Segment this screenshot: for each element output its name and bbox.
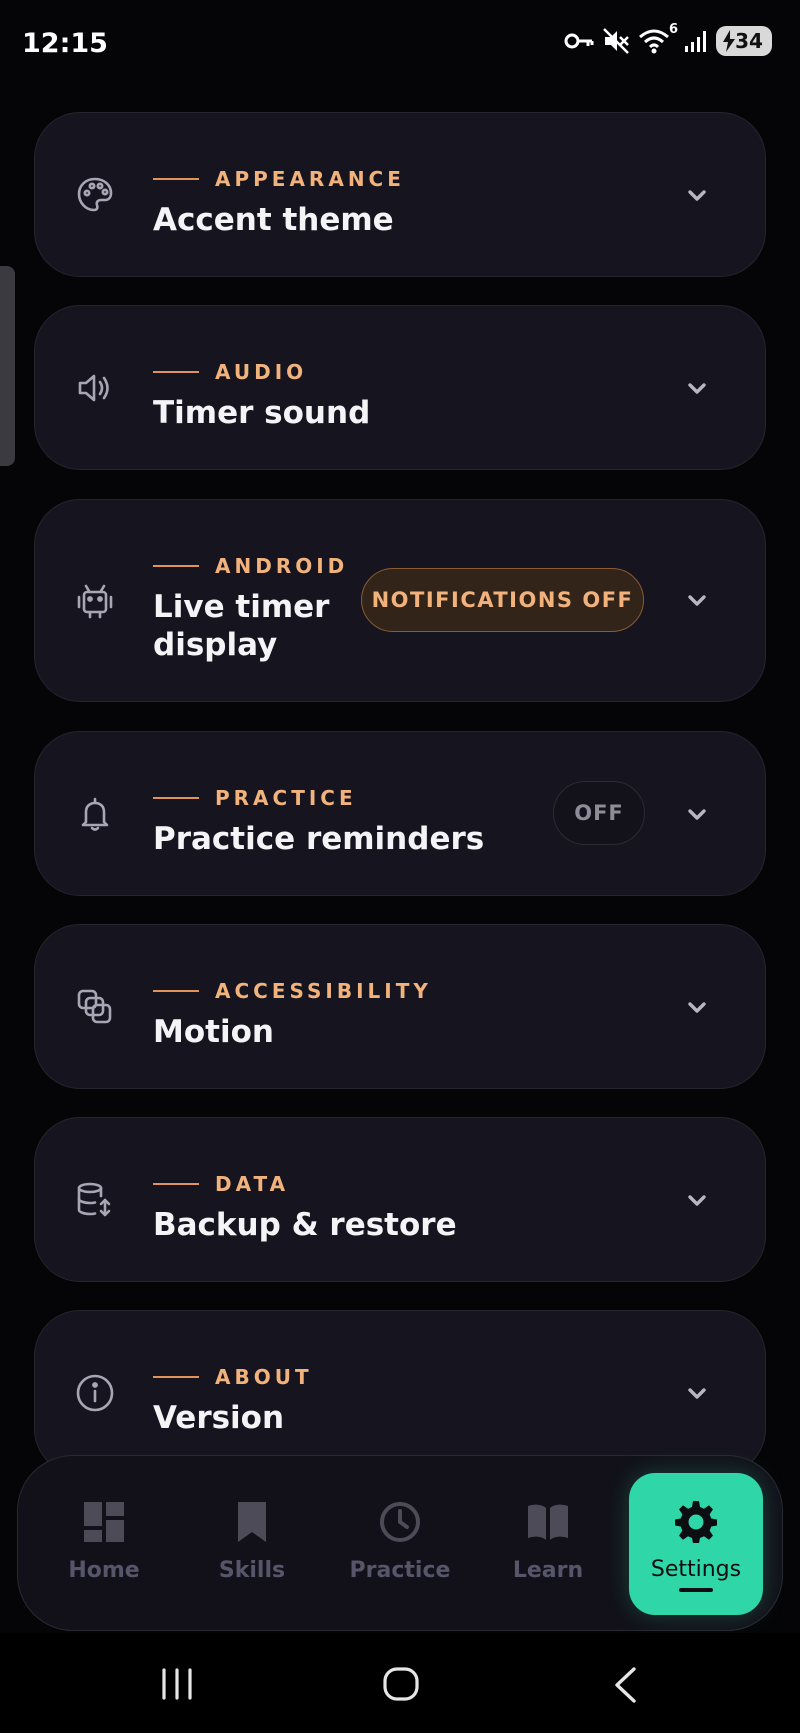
book-icon [526, 1500, 570, 1544]
chevron-down-icon[interactable] [683, 374, 711, 402]
layers-icon [75, 987, 115, 1027]
palette-icon [75, 175, 115, 215]
recent-apps-button[interactable] [160, 1667, 194, 1701]
setting-card-audio[interactable]: AUDIO Timer sound [34, 305, 766, 470]
setting-title: Practice reminders [153, 821, 485, 857]
setting-card-android[interactable]: ANDROID Live timer display NOTIFICATIONS… [34, 499, 766, 702]
status-bar: 12:15 6 34 [0, 0, 800, 92]
category-label: ACCESSIBILITY [153, 979, 432, 1003]
setting-card-practice[interactable]: PRACTICE Practice reminders OFF [34, 731, 766, 896]
battery-indicator: 34 [716, 26, 772, 56]
nav-label: Skills [218, 1558, 286, 1583]
setting-card-data[interactable]: DATA Backup & restore [34, 1117, 766, 1282]
info-icon [75, 1373, 115, 1413]
notifications-off-badge[interactable]: NOTIFICATIONS OFF [361, 568, 644, 632]
database-icon [75, 1180, 115, 1220]
category-label: ABOUT [153, 1365, 313, 1389]
dashboard-icon [82, 1500, 126, 1544]
chevron-down-icon[interactable] [683, 1186, 711, 1214]
category-label: PRACTICE [153, 786, 484, 810]
category-label: APPEARANCE [153, 167, 405, 191]
nav-learn[interactable]: Learn [474, 1456, 622, 1632]
bookmark-icon [230, 1500, 274, 1544]
category-label: AUDIO [153, 360, 370, 384]
clock-icon [378, 1500, 422, 1544]
back-button[interactable] [612, 1667, 638, 1703]
status-time: 12:15 [22, 28, 108, 59]
chevron-down-icon[interactable] [683, 993, 711, 1021]
setting-card-accessibility[interactable]: ACCESSIBILITY Motion [34, 924, 766, 1089]
setting-card-about[interactable]: ABOUT Version [34, 1310, 766, 1475]
bottom-nav: Home Skills Practice Learn Settings [17, 1455, 783, 1631]
nav-settings[interactable]: Settings [629, 1473, 763, 1615]
wifi-badge: 6 [668, 22, 678, 37]
mute-icon [602, 27, 630, 55]
android-icon [75, 580, 115, 620]
setting-title: Motion [153, 1014, 274, 1050]
chevron-down-icon[interactable] [683, 586, 711, 614]
chevron-down-icon[interactable] [683, 1379, 711, 1407]
nav-skills[interactable]: Skills [178, 1456, 326, 1632]
category-label: ANDROID [153, 554, 348, 578]
scroll-handle[interactable] [0, 266, 15, 466]
chevron-down-icon[interactable] [683, 181, 711, 209]
setting-title: Backup & restore [153, 1207, 457, 1243]
active-indicator [679, 1588, 713, 1592]
nav-label: Learn [512, 1558, 584, 1583]
nav-practice[interactable]: Practice [326, 1456, 474, 1632]
speaker-icon [75, 368, 115, 408]
nav-home[interactable]: Home [30, 1456, 178, 1632]
wifi-icon: 6 [638, 22, 678, 54]
battery-level: 34 [735, 29, 763, 53]
home-button[interactable] [383, 1667, 419, 1701]
nav-label: Practice [349, 1558, 451, 1583]
nav-label: Home [68, 1558, 140, 1583]
setting-title: Timer sound [153, 395, 371, 431]
chevron-down-icon[interactable] [683, 800, 711, 828]
signal-icon [684, 29, 708, 53]
category-label: DATA [153, 1172, 457, 1196]
vpn-key-icon [564, 30, 594, 52]
status-icons: 6 34 [564, 22, 772, 56]
setting-title: Accent theme [153, 202, 394, 238]
setting-title: Version [153, 1400, 285, 1436]
nav-label: Settings [650, 1557, 742, 1582]
reminders-off-badge[interactable]: OFF [553, 781, 645, 845]
setting-title: Live timer display [153, 589, 330, 663]
gear-icon [674, 1499, 718, 1543]
charging-icon [722, 30, 736, 52]
setting-card-appearance[interactable]: APPEARANCE Accent theme [34, 112, 766, 277]
system-nav-bar [0, 1633, 800, 1733]
bell-icon [75, 794, 115, 834]
